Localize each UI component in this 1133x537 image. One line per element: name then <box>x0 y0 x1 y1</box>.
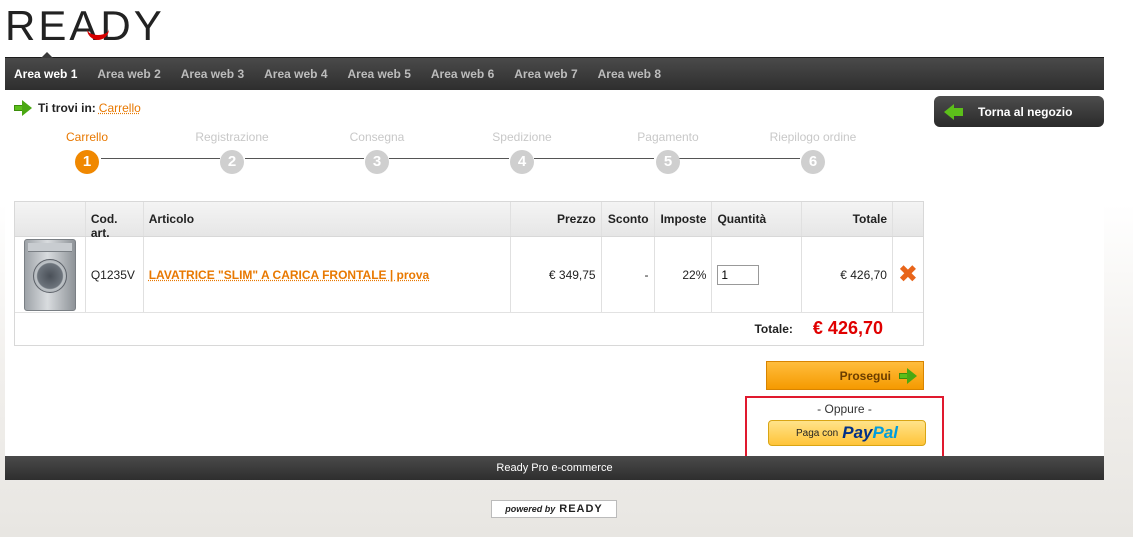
header-tax: Imposte <box>655 202 713 236</box>
step-number: 1 <box>75 150 99 174</box>
table-row: Q1235V LAVATRICE "SLIM" A CARICA FRONTAL… <box>15 237 923 313</box>
product-quantity-cell <box>712 237 803 312</box>
product-tax: 22% <box>655 237 713 312</box>
paypal-highlight-box: - Oppure - Paga con Pay Pal <box>745 396 944 464</box>
step-number: 6 <box>801 150 825 174</box>
oppure-text: - Oppure - <box>817 402 872 416</box>
step-consegna: Consegna 3 <box>317 130 437 174</box>
remove-item-cell: ✖ <box>893 237 923 312</box>
header-code: Cod. art. <box>86 202 144 240</box>
arrow-left-icon <box>944 103 964 120</box>
cart-header-row: Cod. art. Articolo Prezzo Sconto Imposte… <box>15 202 923 240</box>
step-label: Carrello <box>65 130 108 144</box>
product-thumbnail[interactable] <box>15 237 86 312</box>
header-total: Totale <box>802 202 894 236</box>
nav-item-area-web-2[interactable]: Area web 2 <box>97 67 160 81</box>
nav-item-area-web-1[interactable]: Area web 1 <box>14 67 77 81</box>
paypal-logo-pay: Pay <box>842 423 873 442</box>
proceed-button[interactable]: Prosegui <box>766 361 924 390</box>
header-discount: Sconto <box>602 202 655 236</box>
step-number: 3 <box>365 150 389 174</box>
step-number: 5 <box>656 150 680 174</box>
header-image <box>15 202 86 236</box>
washing-machine-image <box>23 238 76 311</box>
header-article: Articolo <box>144 202 511 236</box>
remove-item-icon[interactable]: ✖ <box>898 262 918 287</box>
checkout-steps: Carrello 1 Registrazione 2 Consegna 3 Sp… <box>5 130 925 180</box>
nav-item-area-web-6[interactable]: Area web 6 <box>431 67 494 81</box>
paypal-button[interactable]: Paga con Pay Pal <box>768 420 926 446</box>
step-label: Registrazione <box>195 130 269 144</box>
quantity-input[interactable] <box>717 264 760 285</box>
product-discount: - <box>602 237 655 312</box>
main-nav: Area web 1 Area web 2 Area web 3 Area we… <box>5 52 1104 90</box>
cart-table: Cod. art. Articolo Prezzo Sconto Imposte… <box>14 201 924 346</box>
step-pagamento: Pagamento 5 <box>608 130 728 174</box>
product-total: € 426,70 <box>802 237 893 312</box>
back-to-shop-button[interactable]: Torna al negozio <box>934 96 1104 127</box>
page: READY Area web 1 Area web 2 Area web 3 A… <box>5 0 1104 480</box>
nav-item-area-web-5[interactable]: Area web 5 <box>348 67 411 81</box>
nav-item-area-web-4[interactable]: Area web 4 <box>264 67 327 81</box>
paypal-prefix: Paga con <box>795 427 839 439</box>
step-riepilogo-ordine: Riepilogo ordine 6 <box>753 130 873 174</box>
powered-by-logo: READY <box>559 503 603 515</box>
nav-item-area-web-7[interactable]: Area web 7 <box>514 67 577 81</box>
step-carrello: Carrello 1 <box>27 130 147 174</box>
ready-logo[interactable]: READY <box>5 5 165 47</box>
arrow-right-icon <box>899 367 917 384</box>
back-to-shop-label: Torna al negozio <box>978 104 1073 119</box>
cart-total-row: Totale: € 426,70 <box>15 313 923 344</box>
product-price: € 349,75 <box>511 237 602 312</box>
step-label: Riepilogo ordine <box>769 130 857 144</box>
step-number: 2 <box>220 150 244 174</box>
breadcrumb: Ti trovi in: Carrello <box>14 100 141 116</box>
breadcrumb-label: Ti trovi in: <box>38 101 96 115</box>
paypal-logo-pal: Pal <box>872 423 899 442</box>
product-article-cell: LAVATRICE "SLIM" A CARICA FRONTALE | pro… <box>144 237 511 312</box>
product-article-link[interactable]: LAVATRICE "SLIM" A CARICA FRONTALE | pro… <box>149 268 430 282</box>
step-label: Spedizione <box>492 130 552 144</box>
footer: Ready Pro e-commerce <box>5 456 1104 480</box>
proceed-label: Prosegui <box>839 368 891 383</box>
step-label: Pagamento <box>637 130 699 144</box>
step-label: Consegna <box>349 130 405 144</box>
product-code: Q1235V <box>86 237 144 312</box>
step-spedizione: Spedizione 4 <box>462 130 582 174</box>
nav-active-pointer-icon <box>41 52 53 58</box>
breadcrumb-current-link[interactable]: Carrello <box>99 101 141 115</box>
header-quantity: Quantità <box>712 202 803 236</box>
cart-total-label: Totale: <box>754 321 793 336</box>
step-number: 4 <box>510 150 534 174</box>
nav-item-area-web-3[interactable]: Area web 3 <box>181 67 244 81</box>
cart-total-value: € 426,70 <box>812 318 883 338</box>
step-registrazione: Registrazione 2 <box>172 130 292 174</box>
header-delete <box>893 202 923 236</box>
arrow-right-icon <box>14 100 32 116</box>
header-price: Prezzo <box>511 202 602 236</box>
logo-text: READY <box>5 2 165 49</box>
nav-item-area-web-8[interactable]: Area web 8 <box>598 67 661 81</box>
powered-by-badge[interactable]: powered by READY <box>491 500 617 518</box>
powered-by-text: powered by <box>505 504 556 514</box>
